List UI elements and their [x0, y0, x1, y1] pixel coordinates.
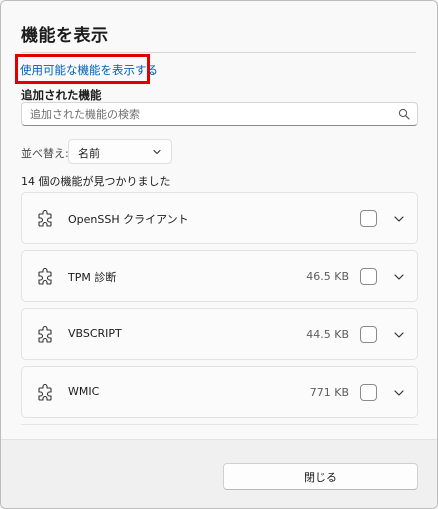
- show-available-features-link[interactable]: 使用可能な機能を表示する: [20, 62, 158, 78]
- sort-label: 並べ替え:: [21, 147, 69, 160]
- feature-name: TPM 診断: [68, 271, 117, 284]
- feature-card[interactable]: TPM 診断 46.5 KB: [21, 250, 418, 302]
- feature-size: 46.5 KB: [306, 270, 349, 283]
- close-button[interactable]: 閉じる: [223, 463, 418, 490]
- title-divider: [21, 52, 416, 53]
- puzzle-icon: [38, 267, 52, 285]
- chevron-down-icon: [153, 149, 161, 155]
- view-features-dialog: 機能を表示 使用可能な機能を表示する 追加された機能 並べ替え: 名前 14 個…: [0, 0, 438, 509]
- installed-features-label: 追加された機能: [21, 88, 102, 102]
- feature-checkbox[interactable]: [360, 210, 377, 227]
- feature-card[interactable]: OpenSSH クライアント: [21, 192, 418, 244]
- dialog-title: 機能を表示: [21, 26, 109, 46]
- feature-count: 14 個の機能が見つかりました: [21, 175, 171, 188]
- list-bottom-edge: [21, 424, 418, 425]
- feature-card[interactable]: WMIC 771 KB: [21, 366, 418, 418]
- feature-name: OpenSSH クライアント: [68, 213, 189, 226]
- feature-size: 771 KB: [309, 386, 349, 399]
- feature-size: 44.5 KB: [306, 328, 349, 341]
- search-input[interactable]: [22, 103, 390, 126]
- chevron-down-icon[interactable]: [392, 328, 406, 342]
- sort-selected-value: 名前: [78, 147, 100, 160]
- puzzle-icon: [38, 325, 52, 343]
- search-icon[interactable]: [398, 108, 410, 120]
- feature-name: VBSCRIPT: [68, 327, 122, 340]
- feature-name: WMIC: [68, 385, 100, 398]
- puzzle-icon: [38, 383, 52, 401]
- feature-checkbox[interactable]: [360, 384, 377, 401]
- chevron-down-icon[interactable]: [392, 386, 406, 400]
- feature-checkbox[interactable]: [360, 268, 377, 285]
- puzzle-icon: [38, 209, 52, 227]
- feature-card[interactable]: VBSCRIPT 44.5 KB: [21, 308, 418, 360]
- chevron-down-icon[interactable]: [392, 270, 406, 284]
- sort-dropdown[interactable]: 名前: [68, 139, 172, 164]
- feature-checkbox[interactable]: [360, 326, 377, 343]
- search-box: [21, 102, 418, 126]
- chevron-down-icon[interactable]: [392, 212, 406, 226]
